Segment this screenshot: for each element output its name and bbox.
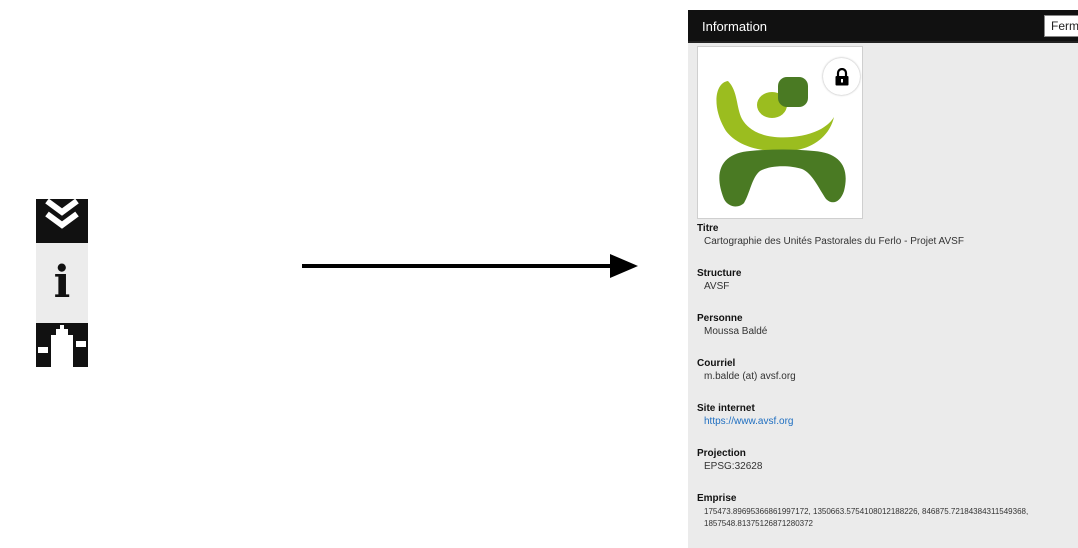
field-personne: Personne Moussa Baldé xyxy=(697,312,1072,338)
field-value: Moussa Baldé xyxy=(704,326,768,337)
field-value: AVSF xyxy=(704,281,730,292)
logo-frame xyxy=(697,46,863,219)
lock-badge xyxy=(823,58,860,95)
field-projection: Projection EPSG:32628 xyxy=(697,447,1072,473)
field-label: Structure xyxy=(697,268,742,279)
metadata-fields: Titre Cartographie des Unités Pastorales… xyxy=(697,222,1072,548)
close-button[interactable]: Fermer xyxy=(1044,15,1078,37)
field-value: 175473.89695366861997172, 1350663.575410… xyxy=(704,507,1029,528)
field-label: Personne xyxy=(697,313,743,324)
field-value: EPSG:32628 xyxy=(704,461,763,472)
layers-button[interactable] xyxy=(36,199,88,243)
layers-chevrons-icon xyxy=(45,199,79,229)
field-value: m.balde (at) avsf.org xyxy=(704,371,796,382)
lock-icon xyxy=(835,67,848,85)
field-emprise: Emprise 175473.89695366861997172, 135066… xyxy=(697,492,1072,530)
tool-button[interactable] xyxy=(36,323,88,367)
field-label: Site internet xyxy=(697,403,755,414)
panel-title: Information xyxy=(702,19,768,34)
info-button[interactable]: i xyxy=(36,243,88,323)
field-label: Projection xyxy=(697,448,746,459)
information-panel: Information Fermer Titre Cartographie de… xyxy=(688,10,1078,548)
field-value: Cartographie des Unités Pastorales du Fe… xyxy=(704,236,964,247)
website-link[interactable]: https://www.avsf.org xyxy=(704,416,793,427)
field-label: Courriel xyxy=(697,358,736,369)
info-icon: i xyxy=(53,257,71,308)
field-structure: Structure AVSF xyxy=(697,267,1072,293)
right-arrow-icon xyxy=(302,254,638,278)
field-courriel: Courriel m.balde (at) avsf.org xyxy=(697,357,1072,383)
field-label: Titre xyxy=(697,223,719,234)
field-titre: Titre Cartographie des Unités Pastorales… xyxy=(697,222,1072,248)
tool-icon xyxy=(38,325,86,367)
panel-header: Information Fermer xyxy=(688,10,1078,43)
field-site-internet: Site internet https://www.avsf.org xyxy=(697,402,1072,428)
map-toolbar: i xyxy=(36,199,88,367)
field-value: https://www.avsf.org xyxy=(697,416,1072,428)
field-label: Emprise xyxy=(697,493,737,504)
